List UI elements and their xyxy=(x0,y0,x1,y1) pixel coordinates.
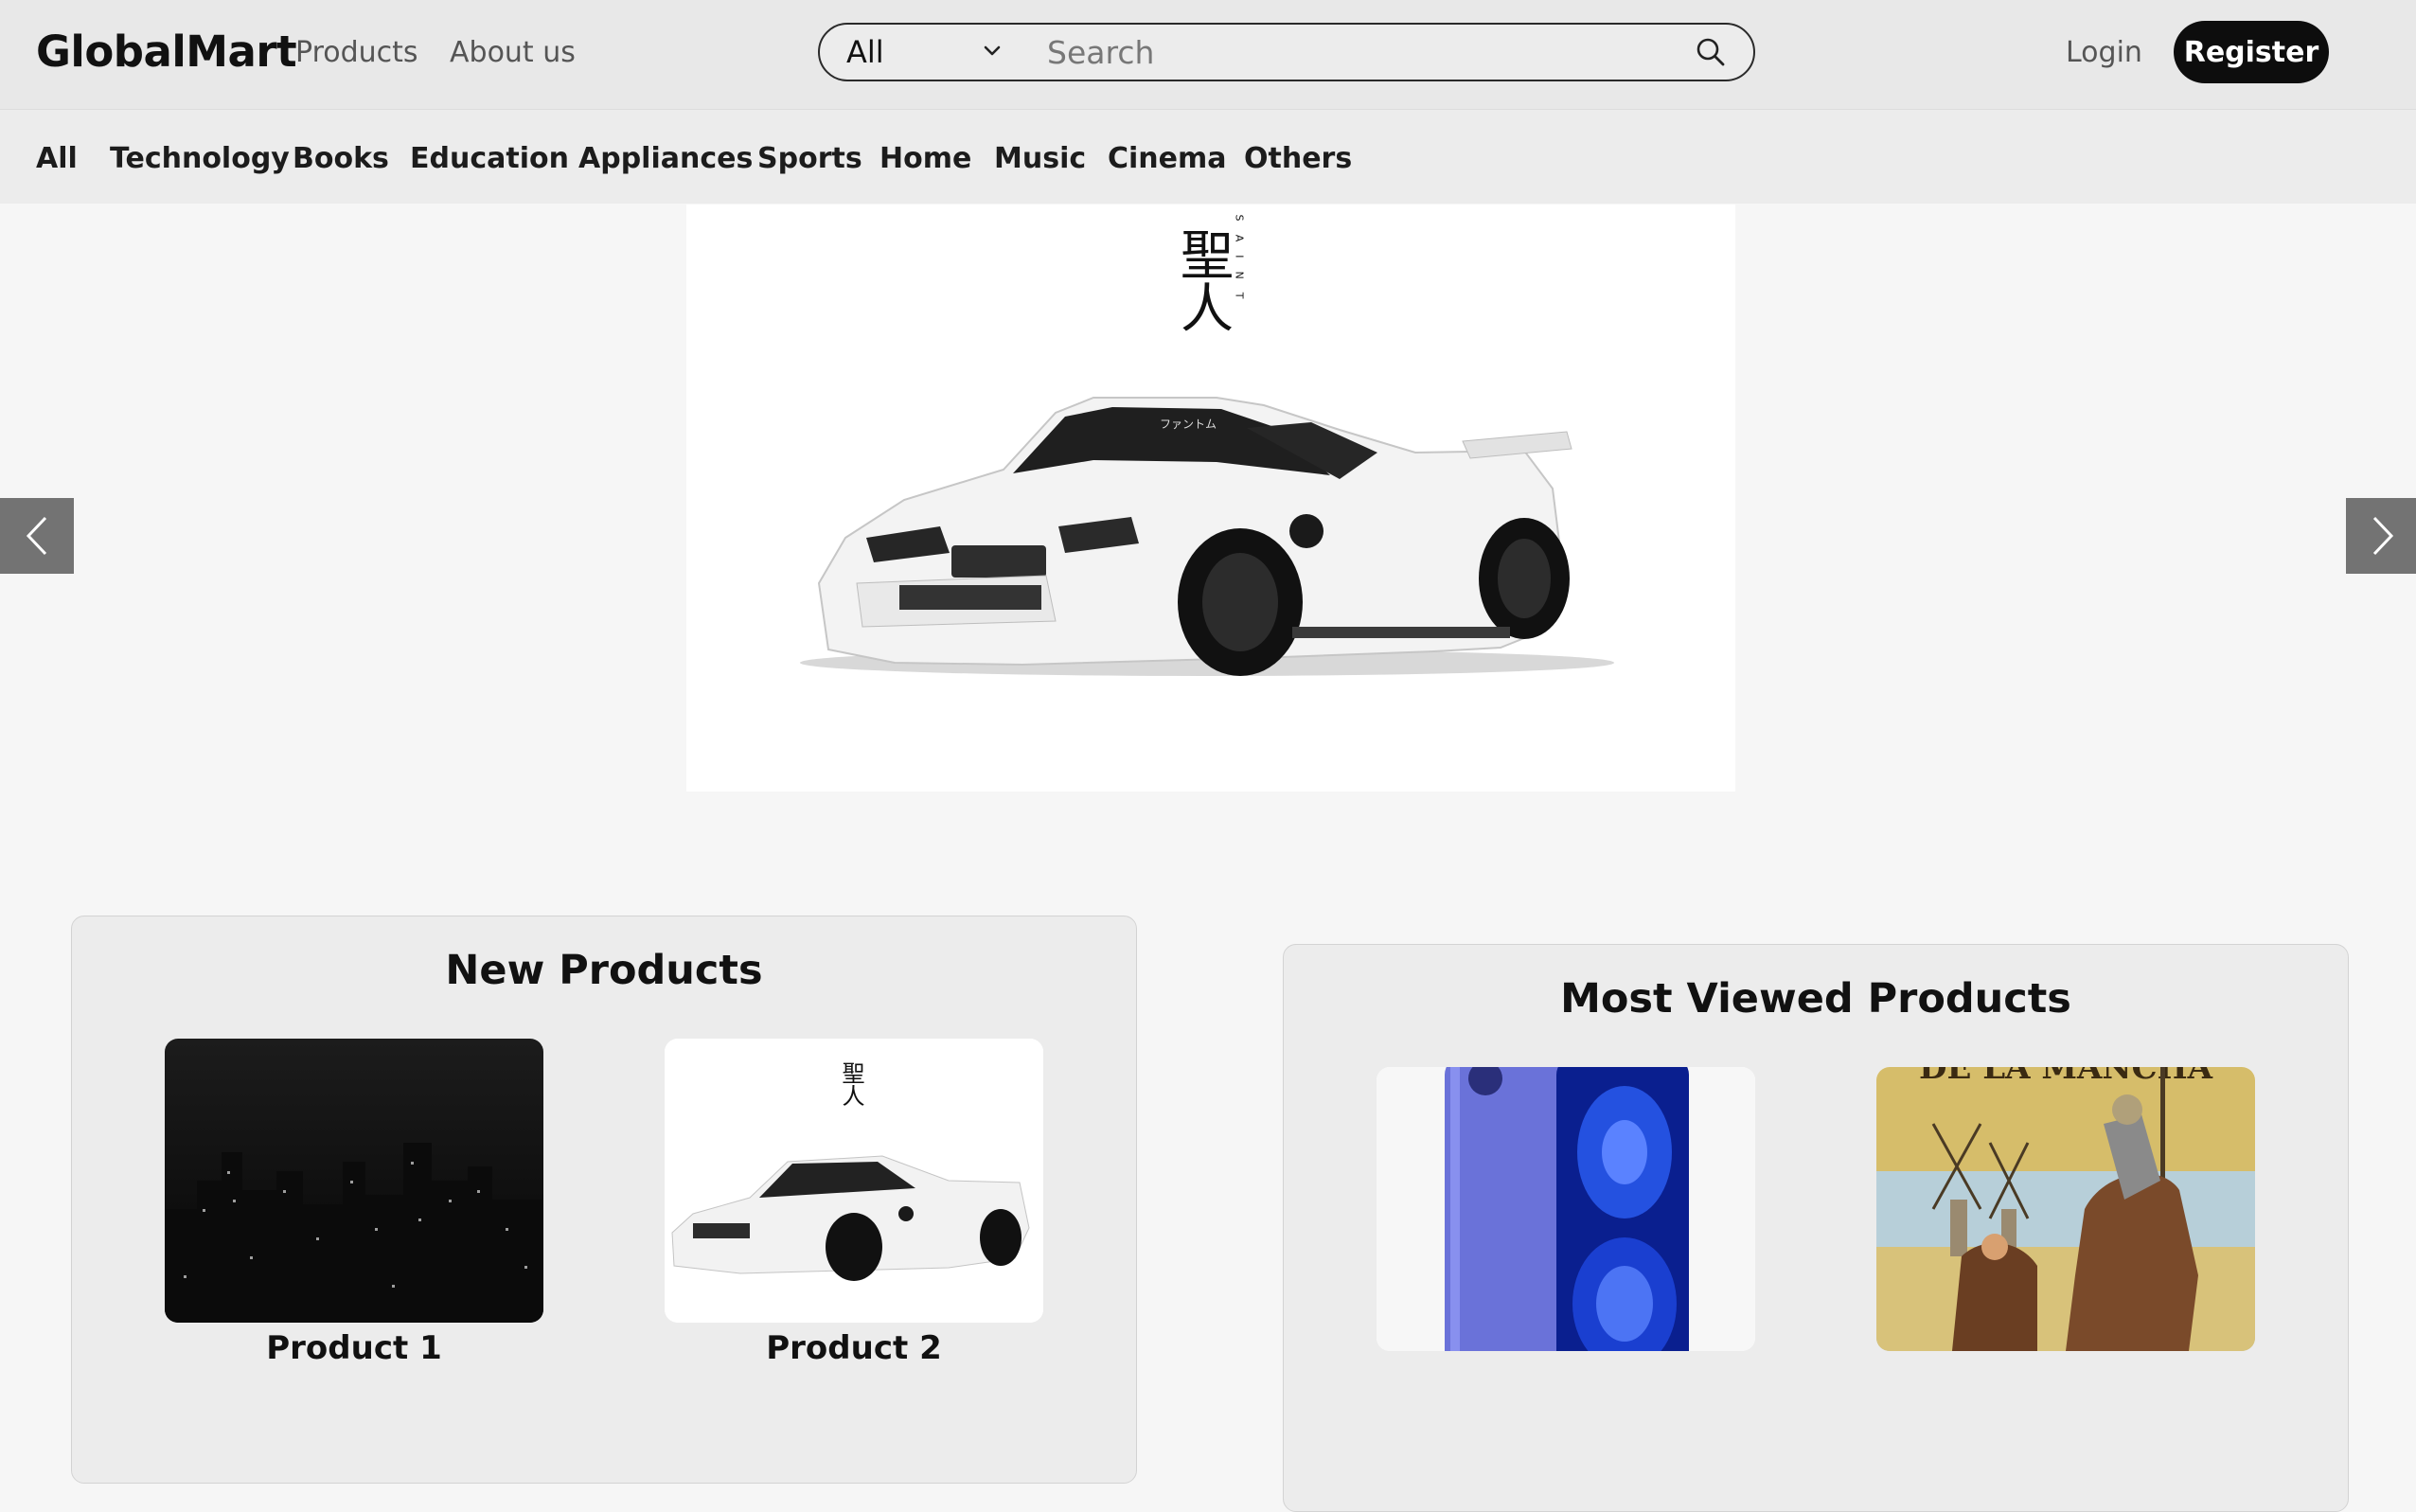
new-products-panel: New Products Product 1 聖人 Product 2 xyxy=(71,916,1137,1484)
nav-link-about-us[interactable]: About us xyxy=(450,36,576,69)
register-button[interactable]: Register xyxy=(2174,21,2329,83)
category-cinema[interactable]: Cinema xyxy=(1108,142,1227,175)
blue-smartphone-image xyxy=(1377,1067,1755,1351)
most-viewed-title: Most Viewed Products xyxy=(1560,975,2071,1023)
sports-car-image: 聖人 SAINT ファントム xyxy=(800,215,1614,676)
search-icon[interactable] xyxy=(1695,36,1727,68)
product-2-label[interactable]: Product 2 xyxy=(665,1329,1043,1367)
windshield-banner: ファントム xyxy=(1160,418,1217,431)
slide-vertical-text: SAINT xyxy=(1234,215,1246,312)
carousel-prev-button[interactable] xyxy=(0,498,74,574)
search-input[interactable] xyxy=(1047,30,1653,74)
brand-logo[interactable]: GlobalMart xyxy=(36,27,297,77)
chevron-right-icon xyxy=(2372,516,2394,556)
login-link[interactable]: Login xyxy=(2066,36,2142,69)
book-cover-title: DE LA MANCHA xyxy=(1919,1067,2213,1087)
carousel-slide[interactable]: 聖人 SAINT ファントム xyxy=(686,205,1735,792)
nav-link-products[interactable]: Products xyxy=(295,36,418,69)
category-music[interactable]: Music xyxy=(994,142,1086,175)
category-books[interactable]: Books xyxy=(293,142,389,175)
most-viewed-card-2[interactable]: DE LA MANCHA xyxy=(1876,1067,2255,1351)
white-car-image: 聖人 xyxy=(665,1039,1043,1323)
product-1-label[interactable]: Product 1 xyxy=(165,1329,543,1367)
most-viewed-panel: Most Viewed Products DE LA MANCHA xyxy=(1283,944,2349,1512)
top-navigation-bar: GlobalMart Products About us All Login R… xyxy=(0,0,2416,110)
don-quixote-cover-image: DE LA MANCHA xyxy=(1876,1067,2255,1351)
chevron-left-icon xyxy=(26,516,47,556)
category-home[interactable]: Home xyxy=(879,142,971,175)
product-card-1[interactable] xyxy=(165,1039,543,1323)
product-card-2[interactable]: 聖人 xyxy=(665,1039,1043,1323)
city-night-image xyxy=(165,1039,543,1323)
category-education[interactable]: Education xyxy=(410,142,569,175)
category-bar: All Technology Books Education Appliance… xyxy=(0,110,2416,204)
carousel-next-button[interactable] xyxy=(2346,498,2416,574)
card-kanji: 聖人 xyxy=(838,1061,864,1107)
slide-kanji: 聖人 xyxy=(1172,227,1234,333)
category-technology[interactable]: Technology xyxy=(110,142,290,175)
search-bar: All xyxy=(818,23,1755,81)
category-sports[interactable]: Sports xyxy=(757,142,862,175)
most-viewed-card-1[interactable] xyxy=(1377,1067,1755,1351)
new-products-title: New Products xyxy=(445,947,763,994)
category-appliances[interactable]: Appliances xyxy=(578,142,753,175)
category-others[interactable]: Others xyxy=(1244,142,1352,175)
category-all[interactable]: All xyxy=(36,142,78,175)
search-category-select[interactable]: All xyxy=(846,34,884,70)
chevron-down-icon[interactable] xyxy=(981,40,1004,62)
